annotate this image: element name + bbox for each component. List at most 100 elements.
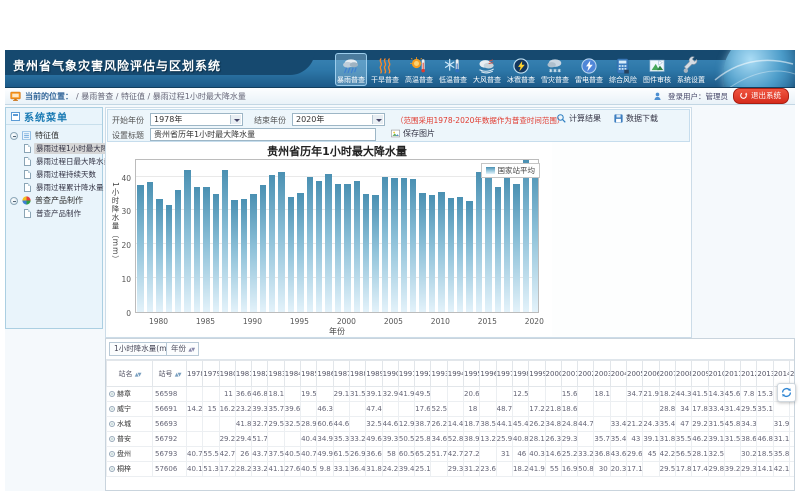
bar-1990 bbox=[250, 194, 256, 312]
value-cell-56693-2000: 34.8 bbox=[545, 417, 561, 432]
refresh-float-button[interactable] bbox=[777, 383, 796, 402]
bar-1992 bbox=[269, 175, 275, 312]
nav-item-bolt[interactable]: 雷电普查 bbox=[573, 53, 605, 86]
value-cell-56598-2007: 18.2 bbox=[659, 387, 675, 402]
value-cell-56691-2001: 18.6 bbox=[561, 402, 577, 417]
station-name-cell[interactable]: 普安 bbox=[107, 432, 153, 447]
value-cell-56691-1979: 15 bbox=[203, 402, 219, 417]
value-cell-57606-2010: 29.8 bbox=[708, 462, 724, 477]
nav-item-cold[interactable]: 低温普查 bbox=[437, 53, 469, 86]
value-cell-56793-2001: 25.2 bbox=[561, 447, 577, 462]
value-cell-56693-2008: 47 bbox=[675, 417, 691, 432]
station-name-cell[interactable]: 盘州 bbox=[107, 447, 153, 462]
tree-group-1[interactable]: 普查产品制作 bbox=[10, 194, 100, 207]
tree-group-0[interactable]: 特征值 bbox=[10, 129, 100, 142]
data-download-button[interactable]: 数据下载 bbox=[613, 113, 658, 124]
nav-item-hot[interactable]: 高温普查 bbox=[403, 53, 435, 86]
end-year-select[interactable]: 2020年 bbox=[292, 113, 385, 126]
column-field-chip[interactable]: 年份 ▲▼ bbox=[166, 342, 199, 356]
value-cell-56691-2014 bbox=[773, 402, 789, 417]
table-row-56598: 赫章565981136.646.818.119.529.131.539.132.… bbox=[107, 387, 796, 402]
nav-item-label: 低温普查 bbox=[439, 76, 467, 84]
tree-item-0-1[interactable]: 暴雨过程日最大降水量 bbox=[24, 155, 100, 168]
year-column-header-2001: 2001 bbox=[561, 361, 577, 387]
document-icon bbox=[24, 170, 31, 179]
table-row-56691: 威宁5669114.21516.223.239.335.739.646.347.… bbox=[107, 402, 796, 417]
row-expand-icon[interactable] bbox=[109, 406, 115, 412]
tree-toggle-icon[interactable] bbox=[10, 197, 18, 205]
tree-item-0-0[interactable]: 暴雨过程1小时最大降水量 bbox=[24, 142, 100, 155]
value-cell-56693-1986: 60.6 bbox=[317, 417, 333, 432]
station-id-cell: 56793 bbox=[153, 447, 187, 462]
year-column-header-2007: 2007 bbox=[659, 361, 675, 387]
value-cell-56793-1984: 40.5 bbox=[284, 447, 300, 462]
nav-item-map[interactable]: 图件审核 bbox=[641, 53, 673, 86]
save-image-button[interactable]: 保存图片 bbox=[390, 128, 435, 139]
globe-swirl-lines bbox=[709, 50, 795, 88]
tree-toggle-icon[interactable] bbox=[10, 132, 18, 140]
nav-item-rain[interactable]: 暴雨普查 bbox=[335, 53, 367, 86]
nav-item-snow[interactable]: 雪灾普查 bbox=[539, 53, 571, 86]
value-cell-56598-2003: 18.1 bbox=[594, 387, 610, 402]
bar-2015 bbox=[485, 166, 491, 312]
year-column-header-1996: 1996 bbox=[480, 361, 496, 387]
value-cell-56693-2001: 24.8 bbox=[561, 417, 577, 432]
station-id-cell: 56693 bbox=[153, 417, 187, 432]
tree-item-1-0[interactable]: 普查产品制作 bbox=[24, 207, 100, 220]
sort-arrows-icon[interactable]: ▲▼ bbox=[188, 347, 194, 353]
value-cell-56691-1982: 39.3 bbox=[252, 402, 268, 417]
nav-item-heat[interactable]: 干旱普查 bbox=[369, 53, 401, 86]
bar-1997 bbox=[316, 181, 322, 312]
value-cell-56691-1994 bbox=[447, 402, 463, 417]
bar-1998 bbox=[325, 174, 331, 312]
breadcrumb-location-label: 当前的位置： bbox=[25, 91, 73, 102]
magnifier-icon bbox=[556, 113, 567, 124]
bar-2020 bbox=[532, 163, 538, 312]
sort-arrows-icon[interactable]: ▲▼ bbox=[135, 372, 141, 378]
row-expand-icon[interactable] bbox=[109, 466, 115, 472]
station-id-header[interactable]: 站号 ▲▼ bbox=[153, 361, 187, 387]
value-cell-56693-1993: 26.2 bbox=[431, 417, 447, 432]
chart-title: 贵州省历年1小时最大降水量 bbox=[135, 143, 539, 159]
value-cell-56691-1989: 47.4 bbox=[366, 402, 382, 417]
value-cell-56792-1992: 25.8 bbox=[415, 432, 431, 447]
station-name-cell[interactable]: 水城 bbox=[107, 417, 153, 432]
year-column-header-1978: 1978 bbox=[187, 361, 203, 387]
breadcrumb-path[interactable]: / 暴雨普查 / 特征值 / 暴雨过程1小时最大降水量 bbox=[76, 91, 246, 102]
tree-item-0-2[interactable]: 暴雨过程持续天数 bbox=[24, 168, 100, 181]
value-cell-56598-2004 bbox=[610, 387, 626, 402]
value-cell-56792-2001: 29.3 bbox=[561, 432, 577, 447]
value-cell-57606-2007: 29.5 bbox=[659, 462, 675, 477]
row-expand-icon[interactable] bbox=[109, 436, 115, 442]
nav-item-hail[interactable]: 冰雹普查 bbox=[505, 53, 537, 86]
row-expand-icon[interactable] bbox=[109, 421, 115, 427]
value-cell-56793-1978: 40.7 bbox=[187, 447, 203, 462]
nav-item-label: 干旱普查 bbox=[371, 76, 399, 84]
start-year-select[interactable]: 1978年 bbox=[150, 113, 243, 126]
tree-item-label: 暴雨过程累计降水量 bbox=[34, 182, 106, 193]
calc-result-button[interactable]: 计算结果 bbox=[556, 113, 601, 124]
x-tick-label: 1985 bbox=[190, 317, 220, 326]
bar-1978 bbox=[137, 185, 143, 312]
station-name-cell[interactable]: 桐梓 bbox=[107, 462, 153, 477]
station-name-header[interactable]: 站名 ▲▼ bbox=[107, 361, 153, 387]
tree-item-0-3[interactable]: 暴雨过程累计降水量 bbox=[24, 181, 100, 194]
hail-icon bbox=[511, 56, 531, 76]
nav-item-calc[interactable]: 综合风险 bbox=[607, 53, 639, 86]
bar-1984 bbox=[194, 187, 200, 312]
value-cell-56793-1985: 40.7 bbox=[301, 447, 317, 462]
nav-item-wrench[interactable]: 系统设置 bbox=[675, 53, 707, 86]
value-cell-56691-1998 bbox=[512, 402, 528, 417]
station-name-cell[interactable]: 赫章 bbox=[107, 387, 153, 402]
station-name-cell[interactable]: 威宁 bbox=[107, 402, 153, 417]
sort-arrows-icon[interactable]: ▲▼ bbox=[175, 372, 181, 378]
row-expand-icon[interactable] bbox=[109, 451, 115, 457]
tree-group-label: 特征值 bbox=[35, 130, 59, 141]
value-cell-56792-1995: 38.9 bbox=[464, 432, 480, 447]
row-expand-icon[interactable] bbox=[109, 391, 115, 397]
year-column-header-1993: 1993 bbox=[431, 361, 447, 387]
chart-title-input[interactable] bbox=[150, 128, 376, 141]
pie-icon bbox=[21, 195, 32, 206]
nav-item-wind[interactable]: 大风普查 bbox=[471, 53, 503, 86]
logout-button[interactable]: 退出系统 bbox=[733, 88, 789, 104]
